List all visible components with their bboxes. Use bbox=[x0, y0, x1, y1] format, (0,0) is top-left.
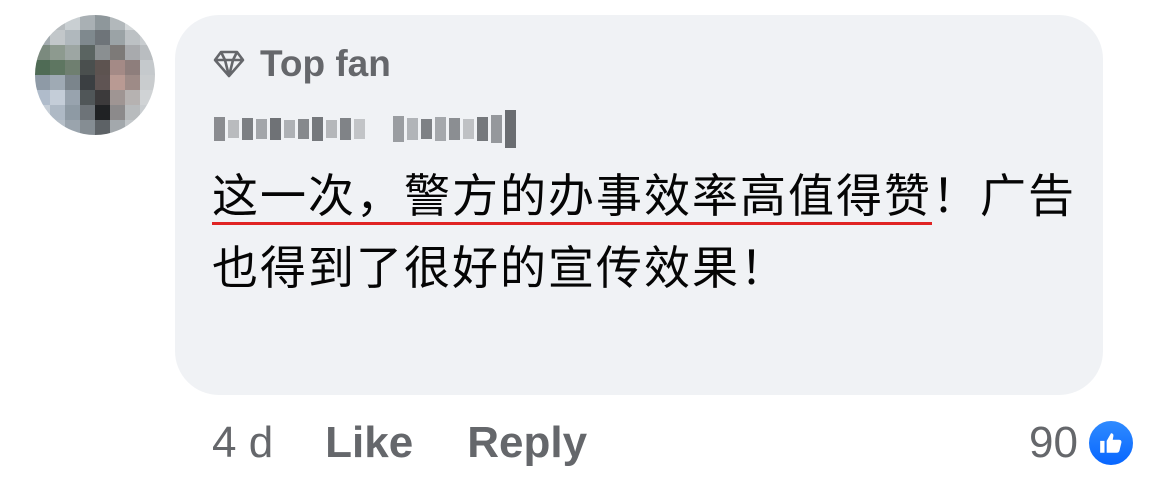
comment-underlined-text: 这一次，警方的办事效率高值得 bbox=[212, 169, 884, 223]
comment-text: 这一次，警方的办事效率高值得赞！广告也得到了很好的宣传效果！ bbox=[212, 160, 1082, 304]
thumbs-up-icon bbox=[1086, 418, 1136, 468]
reply-button[interactable]: Reply bbox=[467, 418, 587, 468]
author-name[interactable] bbox=[214, 103, 516, 155]
timestamp[interactable]: 4 d bbox=[212, 418, 273, 468]
badge-label: Top fan bbox=[260, 43, 391, 84]
avatar[interactable] bbox=[35, 15, 155, 135]
reactions-summary[interactable]: 90 bbox=[1029, 412, 1136, 474]
reaction-count: 90 bbox=[1029, 418, 1078, 467]
diamond-icon bbox=[213, 50, 245, 78]
like-button[interactable]: Like bbox=[325, 418, 413, 468]
comment-underlined-text-2: 赞 bbox=[884, 169, 932, 223]
comment-actions: 4 d Like Reply bbox=[212, 412, 587, 474]
top-fan-badge[interactable]: Top fan bbox=[212, 40, 391, 88]
